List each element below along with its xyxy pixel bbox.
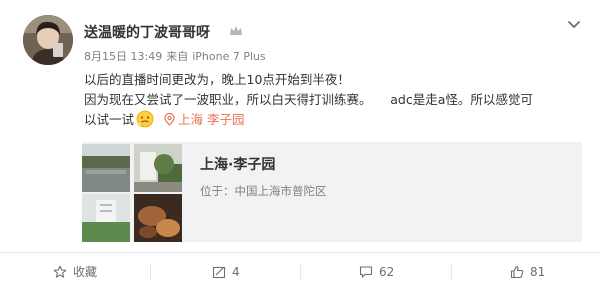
avatar[interactable] [23, 15, 73, 65]
action-separator [150, 265, 151, 279]
like-count: 81 [530, 264, 546, 279]
post-text-line-1: 以后的直播时间更改为，晚上10点开始到半夜！ [84, 72, 350, 87]
location-pin-icon [164, 112, 175, 126]
post-date[interactable]: 8月15日 13:49 [84, 50, 162, 63]
comment-button[interactable]: 62 [359, 253, 394, 290]
place-photo-3 [82, 194, 130, 242]
post-text-line-2: 因为现在又尝试了一波职业，所以白天得打训练赛。 adc是走a怪。所以感觉可 [84, 92, 533, 107]
emoji-icon [136, 110, 154, 128]
action-separator [451, 265, 452, 279]
weibo-post-card: 送温暖的丁波哥哥呀 8月15日 13:49 来自 iPhone 7 Plus 以后的… [0, 0, 601, 290]
author-name[interactable]: 送温暖的丁波哥哥呀 [84, 22, 210, 42]
post-text-line-3-text: 以试一试 [84, 112, 135, 127]
location-link-text: 上海 李子园 [178, 112, 245, 127]
like-icon [510, 265, 524, 278]
like-button[interactable]: 81 [510, 253, 545, 290]
star-icon [53, 265, 67, 278]
post-text-line-3: 以试一试 上海 李子园 [84, 110, 589, 130]
source-prefix: 来自 [166, 50, 189, 63]
place-photo-1 [82, 144, 130, 192]
comment-icon [359, 265, 373, 278]
vip-badge-icon [230, 26, 242, 35]
action-bar: 收藏 4 62 81 [0, 253, 601, 290]
location-card[interactable]: 上海·李子园 位于：中国上海市普陀区 [82, 142, 582, 242]
chevron-down-icon[interactable] [566, 16, 582, 32]
location-link[interactable]: 上海 李子园 [164, 112, 245, 127]
post-text: 以后的直播时间更改为，晚上10点开始到半夜！ 因为现在又尝试了一波职业，所以白天… [84, 70, 589, 130]
repost-button[interactable]: 4 [212, 253, 240, 290]
comment-count: 62 [379, 264, 395, 279]
place-address: 位于：中国上海市普陀区 [200, 184, 327, 198]
place-photo-2 [134, 144, 182, 192]
collect-button[interactable]: 收藏 [53, 253, 97, 290]
collect-label: 收藏 [73, 265, 98, 279]
repost-count: 4 [232, 264, 240, 279]
place-title: 上海·李子园 [200, 157, 276, 173]
post-meta: 8月15日 13:49 来自 iPhone 7 Plus [84, 48, 270, 64]
source-device[interactable]: iPhone 7 Plus [192, 50, 266, 63]
repost-icon [212, 266, 226, 278]
action-separator [300, 265, 301, 279]
place-photo-4 [134, 194, 182, 242]
